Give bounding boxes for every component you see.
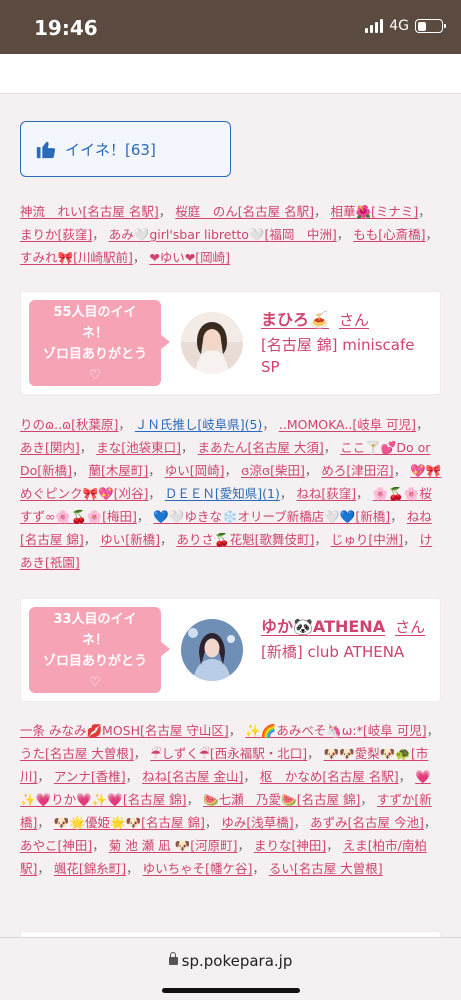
status-time: 19:46 xyxy=(34,16,98,40)
liked-by-link[interactable]: ɞ涼ɞ[柴田] xyxy=(241,463,305,478)
like-button-label: イイネ！[63] xyxy=(65,140,156,159)
liked-by-link[interactable]: もも[心斎橋] xyxy=(353,227,425,242)
liked-by-link[interactable]: 🐶🌟優姫🌟🐶[名古屋 錦] xyxy=(54,815,205,830)
heart-icon: ♡ xyxy=(89,368,101,383)
like-button[interactable]: イイネ！[63] xyxy=(20,121,231,177)
liked-by-list-top: 神流 れい[名古屋 名駅]， 桜庭 のん[名古屋 名駅]， 相華🌺[ミナミ]， … xyxy=(20,204,438,265)
liked-by-link[interactable]: すみれ🎀[川崎駅前] xyxy=(20,250,133,265)
cast-shop: [新橋] club ATHENA xyxy=(261,643,405,661)
liked-by-link[interactable]: 蘭[木屋町] xyxy=(89,463,149,478)
milestone-card: 55人目のイイ ネ！ ゾロ目ありがとう ♡ まひろ🍝 さん [名古屋 錦] min… xyxy=(20,291,441,395)
bubble-text: ネ！ xyxy=(81,326,108,341)
lock-icon xyxy=(168,952,178,965)
avatar[interactable] xyxy=(181,312,243,374)
liked-by-link[interactable]: うた[名古屋 大曽根] xyxy=(20,746,134,761)
main-content[interactable]: イイネ！[63] 神流 れい[名古屋 名駅]， 桜庭 のん[名古屋 名駅]， 相… xyxy=(0,95,461,937)
cast-name: まひろ🍝 xyxy=(261,310,329,329)
cast-shop: [名古屋 錦] miniscafe SP xyxy=(261,336,415,376)
liked-by-list-bottom: 一条 みなみ💋MOSH[名古屋 守山区]， ✨🌈あみべそ🦄ω:*[岐阜 可児]，… xyxy=(20,723,440,876)
liked-by-link[interactable]: まりな[神田] xyxy=(254,838,326,853)
liked-by-link[interactable]: りのɷ..ɷ[秋葉原] xyxy=(20,417,118,432)
url-display[interactable]: sp.pokepara.jp xyxy=(0,952,461,970)
network-label: 4G xyxy=(389,18,409,34)
status-indicators: 4G xyxy=(365,18,446,34)
liked-by-link[interactable]: まりか[荻窪] xyxy=(20,227,92,242)
liked-by-link[interactable]: 颯花[錦糸町] xyxy=(54,861,126,876)
milestone-bubble: 55人目のイイ ネ！ ゾロ目ありがとう ♡ xyxy=(29,300,170,386)
liked-by-link[interactable]: あずみ[名古屋 今池] xyxy=(310,815,424,830)
milestone-card: 33人目のイイ ネ！ ゾロ目ありがとう ♡ ゆか🐼ATHENA さん [新橋] c… xyxy=(20,598,441,702)
milestone-bubble: 33人目のイイ ネ！ ゾロ目ありがとう ♡ xyxy=(29,607,170,693)
liked-by-link[interactable]: めろ[津田沼] xyxy=(321,463,393,478)
liked-by-link[interactable]: ゆい[新橋] xyxy=(100,532,160,547)
liked-by-link[interactable]: まな[池袋東口] xyxy=(96,440,181,455)
battery-icon xyxy=(415,19,446,33)
liked-by-link[interactable]: ゆみ[浅草橋] xyxy=(221,815,293,830)
bubble-text: ネ！ xyxy=(81,633,108,648)
liked-by-link[interactable]: ねね[名古屋 金山] xyxy=(142,769,243,784)
bubble-text: 33人目のイイ xyxy=(53,612,137,627)
heart-icon: ♡ xyxy=(89,675,101,690)
liked-by-link[interactable]: るい[名古屋 大曽根] xyxy=(269,861,383,876)
liked-by-link[interactable]: ゆい[岡崎] xyxy=(165,463,225,478)
bubble-text: 55人目のイイ xyxy=(53,305,137,320)
honorific: さん xyxy=(338,311,369,329)
liked-by-link[interactable]: ✨🌈あみべそ🦄ω:*[岐阜 可児] xyxy=(245,723,426,738)
liked-by-link[interactable]: 菊 池 瀬 凪 🐶[河原町] xyxy=(109,838,238,853)
liked-by-link[interactable]: あみ🤍girl'sbar libretto🤍[福岡 中洲] xyxy=(109,227,337,242)
browser-address-bar[interactable]: sp.pokepara.jp xyxy=(0,937,461,1000)
liked-by-link[interactable]: あやこ[神田] xyxy=(20,838,92,853)
liked-by-link[interactable]: 相華🌺[ミナミ] xyxy=(330,204,418,219)
liked-by-link[interactable]: ねね[荻窪] xyxy=(296,486,356,501)
liked-by-link[interactable]: 🍉七瀬 乃愛🍉[名古屋 錦] xyxy=(203,792,360,807)
liked-by-link[interactable]: アンナ[香椎] xyxy=(54,769,126,784)
liked-by-link[interactable]: あき[関内] xyxy=(20,440,80,455)
liked-by-link[interactable]: ありさ🍒花魁[歌舞伎町] xyxy=(177,532,315,547)
liked-by-link[interactable]: まあたん[名古屋 大須] xyxy=(198,440,324,455)
liked-by-link[interactable]: 枢 かなめ[名古屋 名駅] xyxy=(260,769,399,784)
cast-name-link[interactable]: ゆか🐼ATHENA さん xyxy=(261,613,425,637)
bubble-text: ゾロ目ありがとう xyxy=(42,347,147,362)
liked-by-link[interactable]: 神流 れい[名古屋 名駅] xyxy=(20,204,159,219)
liked-by-link[interactable]: 一条 みなみ💋MOSH[名古屋 守山区] xyxy=(20,723,229,738)
bubble-text: ゾロ目ありがとう xyxy=(42,654,147,669)
avatar[interactable] xyxy=(181,619,243,681)
liked-by-link[interactable]: ❤ゆい❤[岡崎] xyxy=(149,250,230,265)
honorific: さん xyxy=(395,618,426,636)
liked-by-link[interactable]: ＪＮ氏推し[岐阜県](5) xyxy=(135,417,262,432)
liked-by-link[interactable]: ☔しずく☔[西永福駅・北口] xyxy=(150,746,307,761)
liked-by-list-middle: りのɷ..ɷ[秋葉原]， ＪＮ氏推し[岐阜県](5)， ..MOMOKA..[岐… xyxy=(20,417,442,570)
page-header xyxy=(0,54,461,94)
liked-by-link[interactable]: ＤＥＥＮ[愛知県](1) xyxy=(165,486,280,501)
status-bar: 19:46 4G xyxy=(0,0,461,54)
thumbs-up-icon xyxy=(36,141,56,159)
cast-name: ゆか🐼ATHENA xyxy=(261,617,386,636)
liked-by-link[interactable]: ゆいちゃそ[幡ケ谷] xyxy=(143,861,253,876)
liked-by-link[interactable]: ..MOMOKA..[岐阜 可児] xyxy=(279,417,416,432)
signal-icon xyxy=(365,19,384,33)
liked-by-link[interactable]: 💙🤍ゆきな❄️オリーブ新橋店🤍💙[新橋] xyxy=(153,509,390,524)
url-text: sp.pokepara.jp xyxy=(181,952,293,970)
cast-name-link[interactable]: まひろ🍝 さん xyxy=(261,306,369,330)
liked-by-link[interactable]: じゅり[中洲] xyxy=(331,532,403,547)
home-indicator[interactable] xyxy=(162,988,300,993)
liked-by-link[interactable]: 桜庭 のん[名古屋 名駅] xyxy=(175,204,314,219)
